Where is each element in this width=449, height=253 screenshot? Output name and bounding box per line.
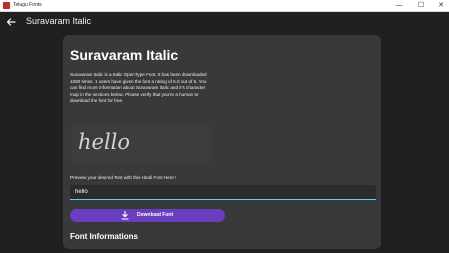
preview-label: Preview your desired Text with this Hind… xyxy=(70,175,177,180)
title-bar: Telugu Fonts — ☐ ✕ xyxy=(0,0,449,12)
font-description: Suravaram Italic is a Italic OpenType Fo… xyxy=(70,72,207,103)
font-name-heading: Suravaram Italic xyxy=(70,47,179,63)
back-arrow-icon xyxy=(6,18,16,26)
download-font-button[interactable]: Download Font xyxy=(70,209,225,222)
minimize-button[interactable]: — xyxy=(389,0,409,11)
preview-text-input[interactable] xyxy=(70,185,376,200)
font-info-heading: Font Informations xyxy=(70,232,138,241)
app-header: Suravaram Italic xyxy=(0,12,449,32)
download-icon xyxy=(121,211,129,220)
download-font-label: Download Font xyxy=(137,212,174,218)
font-sample-preview: hello xyxy=(71,125,211,163)
font-details-card: Suravaram Italic Suravaram Italic is a I… xyxy=(63,35,381,249)
maximize-button[interactable]: ☐ xyxy=(411,0,431,11)
font-sample-text: hello xyxy=(78,130,131,154)
page-title: Suravaram Italic xyxy=(26,16,92,26)
back-button[interactable] xyxy=(5,15,17,27)
window-title: Telugu Fonts xyxy=(13,2,42,8)
app-icon xyxy=(3,2,10,9)
close-button[interactable]: ✕ xyxy=(431,0,449,11)
